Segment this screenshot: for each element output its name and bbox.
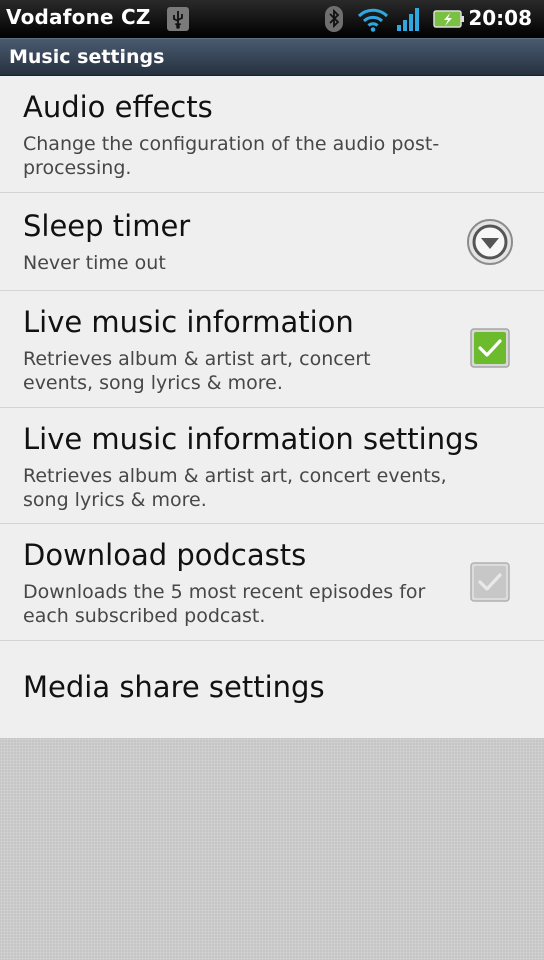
setting-summary: Retrieves album & artist art, concert ev… <box>23 348 371 394</box>
setting-title: Media share settings <box>23 670 325 704</box>
setting-summary: Change the configuration of the audio po… <box>23 133 440 179</box>
page-title: Music settings <box>9 46 165 68</box>
setting-summary: Never time out <box>23 252 166 274</box>
setting-title: Download podcasts <box>23 538 307 572</box>
carrier-name: Vodafone CZ <box>6 5 151 29</box>
usb-icon <box>167 7 189 31</box>
signal-icon <box>397 8 419 31</box>
settings-list: Audio effects Change the configuration o… <box>0 76 544 738</box>
setting-download-podcasts[interactable]: Download podcasts Downloads the 5 most r… <box>0 524 544 641</box>
setting-sleep-timer[interactable]: Sleep timer Never time out <box>0 193 544 291</box>
wifi-icon <box>357 8 389 32</box>
setting-title: Sleep timer <box>23 209 191 243</box>
setting-summary: Downloads the 5 most recent episodes for… <box>23 581 426 627</box>
checkbox-checked[interactable] <box>470 328 510 368</box>
setting-media-share-settings[interactable]: Media share settings <box>0 641 544 738</box>
setting-title: Live music information <box>23 305 354 339</box>
setting-summary: Retrieves album & artist art, concert ev… <box>23 465 447 511</box>
setting-audio-effects[interactable]: Audio effects Change the configuration o… <box>0 76 544 193</box>
checkbox-disabled[interactable] <box>470 562 510 602</box>
setting-title: Live music information settings <box>23 422 479 456</box>
empty-background <box>0 738 544 960</box>
chevron-down-icon[interactable] <box>465 217 515 267</box>
setting-title: Audio effects <box>23 90 213 124</box>
title-bar: Music settings <box>0 38 544 76</box>
battery-charging-icon <box>433 10 464 28</box>
clock: 20:08 <box>468 6 532 30</box>
setting-live-music-information-settings[interactable]: Live music information settings Retrieve… <box>0 408 544 524</box>
bluetooth-icon <box>325 6 343 32</box>
setting-live-music-information[interactable]: Live music information Retrieves album &… <box>0 291 544 408</box>
status-bar: Vodafone CZ 20:08 <box>0 0 544 38</box>
